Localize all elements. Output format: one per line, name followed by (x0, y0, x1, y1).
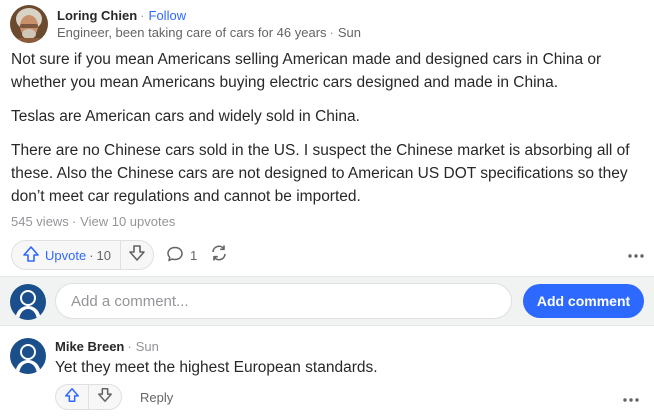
author-credential[interactable]: Engineer, been taking care of cars for 4… (57, 25, 327, 40)
comment-actions: Reply (55, 384, 173, 410)
answer-body: Not sure if you mean Americans selling A… (11, 48, 647, 219)
upvote-arrow-icon (22, 245, 40, 266)
comment-text: Yet they meet the highest European stand… (55, 359, 378, 376)
more-dots-icon (627, 246, 645, 264)
view-upvotes-link[interactable]: View 10 upvotes (80, 214, 175, 229)
answer-paragraph: There are no Chinese cars sold in the US… (11, 142, 630, 205)
more-options-button[interactable] (625, 246, 647, 264)
author-name[interactable]: Loring Chien (57, 8, 137, 23)
answer-header: Loring Chien · Follow Engineer, been takin… (10, 4, 361, 44)
separator-dot: · (127, 339, 132, 354)
follow-button[interactable]: Follow (149, 8, 187, 23)
comment-more-options-button[interactable] (620, 390, 642, 408)
upvote-label: Upvote (45, 247, 87, 263)
comment-downvote-button[interactable] (89, 385, 121, 409)
downvote-button[interactable] (121, 241, 153, 269)
commenter-avatar[interactable] (10, 338, 46, 374)
separator-dot: · (71, 214, 77, 229)
separator-dot: · (329, 25, 334, 40)
more-dots-icon (622, 390, 640, 408)
default-avatar-icon (15, 290, 41, 320)
comment-composer: Add comment (0, 276, 654, 326)
author-credential-line: Engineer, been taking care of cars for 4… (57, 24, 361, 41)
reply-button[interactable]: Reply (140, 390, 173, 405)
share-button[interactable] (209, 243, 229, 268)
answer-time[interactable]: Sun (338, 25, 361, 40)
view-count: 545 views (11, 214, 69, 229)
author-meta: Loring Chien · Follow Engineer, been takin… (57, 7, 361, 41)
comment-vote-pill (55, 384, 122, 410)
comment-input[interactable] (55, 283, 512, 319)
answer-action-bar: Upvote · 10 1 (11, 240, 647, 270)
vote-pill: Upvote · 10 (11, 240, 155, 270)
add-comment-button[interactable]: Add comment (523, 284, 644, 318)
share-cycle-icon (209, 243, 229, 268)
downvote-arrow-icon (97, 387, 113, 408)
author-avatar[interactable] (10, 5, 48, 43)
author-line: Loring Chien · Follow (57, 7, 361, 24)
separator-dot: · (89, 247, 94, 263)
answer-paragraph: Teslas are American cars and widely sold… (11, 108, 360, 125)
downvote-arrow-icon (128, 244, 146, 267)
comment-time[interactable]: Sun (136, 339, 159, 354)
commenter-name[interactable]: Mike Breen (55, 339, 124, 354)
current-user-avatar (10, 284, 46, 320)
comment-count: 1 (190, 247, 198, 263)
comment-button[interactable]: 1 (166, 245, 197, 266)
answer-stats: 545 views · View 10 upvotes (11, 214, 175, 229)
upvote-arrow-icon (64, 387, 80, 408)
upvote-button[interactable]: Upvote · 10 (12, 241, 120, 269)
upvote-count: 10 (96, 247, 112, 263)
separator-dot: · (140, 8, 145, 23)
comment-header: Mike Breen · Sun (55, 339, 159, 354)
default-avatar-icon (15, 344, 41, 374)
answer-paragraph: Not sure if you mean Americans selling A… (11, 51, 602, 91)
comment-bubble-icon (166, 245, 184, 266)
comment-upvote-button[interactable] (56, 385, 88, 409)
